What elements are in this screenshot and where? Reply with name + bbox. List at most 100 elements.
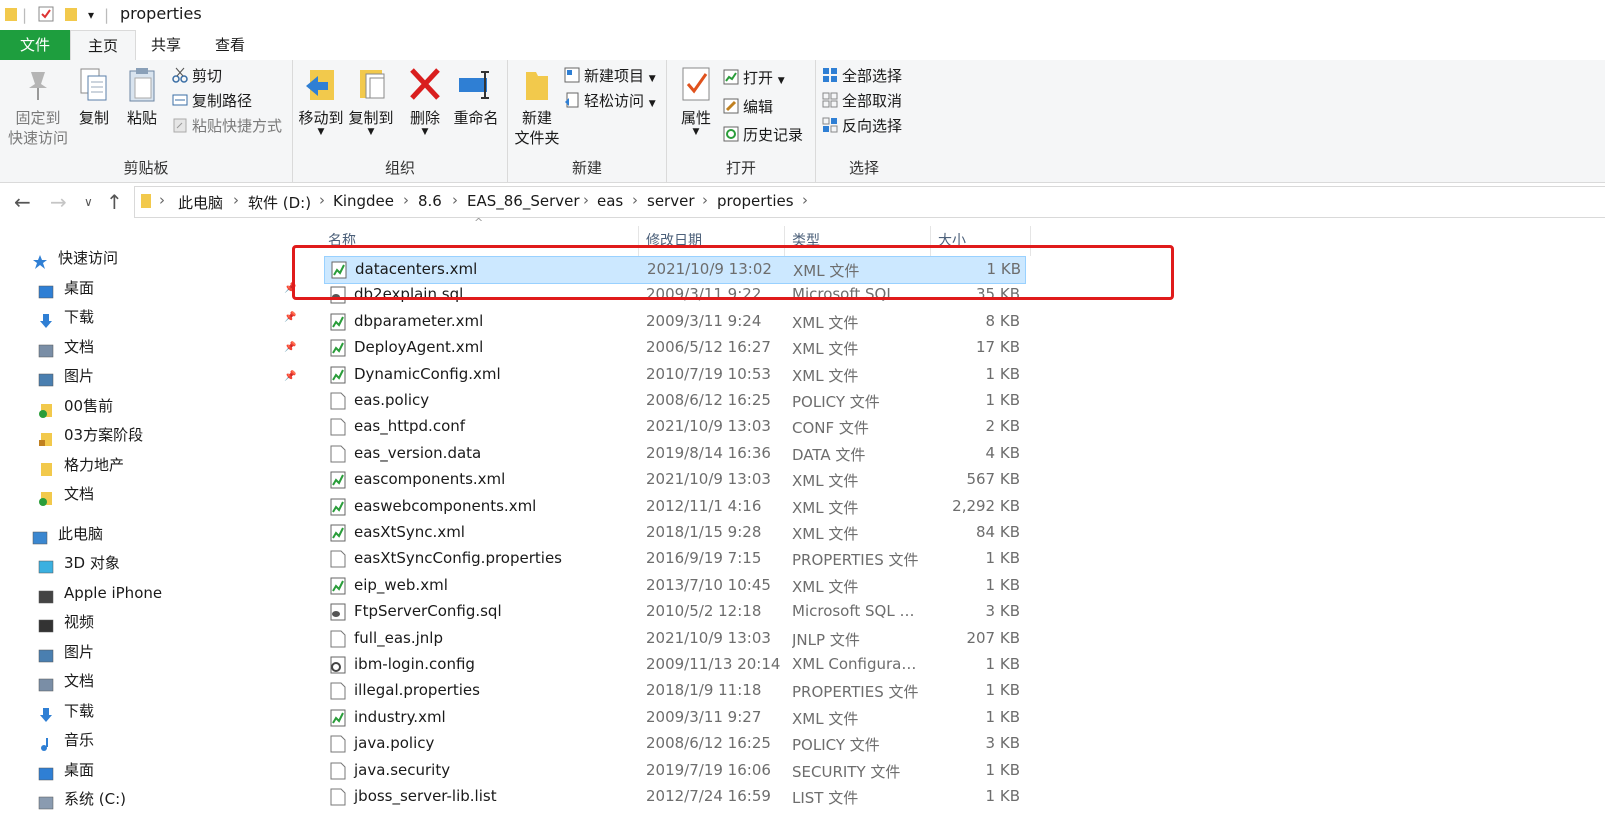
file-size: 4 KB	[985, 443, 1020, 462]
breadcrumb-eas[interactable]: eas	[597, 192, 623, 210]
sql-file-icon	[330, 603, 346, 621]
easy-access-button[interactable]: 轻松访问 ▼	[564, 89, 656, 113]
file-row[interactable]: easwebcomponents.xml 2012/11/1 4:16 XML 文件…	[324, 494, 1024, 520]
file-row[interactable]: full_eas.jnlp 2021/10/9 13:03 JNLP 文件 207 K…	[324, 626, 1024, 652]
file-type: XML 文件	[792, 340, 859, 359]
copy-path-icon	[172, 91, 188, 107]
breadcrumb-eas-server[interactable]: EAS_86_Server	[467, 192, 580, 210]
address-path[interactable]: › 此电脑 › 软件 (D:) › Kingdee › 8.6 › EAS_86…	[134, 186, 1605, 218]
nav-item[interactable]: 03方案阶段	[0, 421, 300, 450]
file-type: PROPERTIES 文件	[792, 551, 919, 570]
customize-toolbar-icon[interactable]: ▾	[88, 8, 94, 22]
file-list: 名称 ^ 修改日期 类型 大小 datacenters.xml 2021/10/9…	[318, 216, 1605, 840]
divider: |	[104, 6, 110, 24]
file-date: 2018/1/9 11:18	[646, 681, 762, 700]
move-to-button[interactable]: 移动到 ▼	[297, 66, 345, 137]
file-row[interactable]: eascomponents.xml 2021/10/9 13:03 XML 文件 56…	[324, 467, 1024, 493]
nav-item[interactable]: 文档	[0, 667, 300, 696]
cut-button[interactable]: 剪切	[172, 64, 222, 88]
nav-item[interactable]: 音乐	[0, 726, 300, 755]
back-arrow-icon[interactable]: ←	[14, 190, 31, 214]
nav-item[interactable]: 3D 对象	[0, 549, 300, 578]
paste-button[interactable]: 粘贴	[122, 66, 162, 128]
desktop-icon	[38, 281, 54, 298]
new-folder-button[interactable]: 新建 文件夹	[512, 66, 562, 148]
copy-path-button[interactable]: 复制路径	[172, 89, 252, 113]
nav-item[interactable]: 桌面	[0, 756, 300, 785]
pin-quick-access-button[interactable]: 固定到 快速访问	[6, 66, 70, 148]
invert-selection-button[interactable]: 反向选择	[822, 114, 902, 138]
download-icon	[38, 704, 54, 722]
nav-item[interactable]: 图片 📌	[0, 362, 300, 391]
file-row[interactable]: DynamicConfig.xml 2010/7/19 10:53 XML 文件 1 …	[324, 362, 1024, 388]
file-row[interactable]: eas_version.data 2019/8/14 16:36 DATA 文件 4 …	[324, 441, 1024, 467]
nav-item[interactable]: Apple iPhone	[0, 579, 300, 608]
file-type: CONF 文件	[792, 419, 869, 438]
up-arrow-icon[interactable]: ↑	[106, 190, 123, 214]
breadcrumb-this-pc[interactable]: 此电脑	[178, 192, 223, 213]
paste-shortcut-button[interactable]: 粘贴快捷方式	[172, 114, 282, 138]
nav-item[interactable]: 视频	[0, 608, 300, 637]
file-row[interactable]: FtpServerConfig.sql 2010/5/2 12:18 Microso…	[324, 599, 1024, 625]
xml-file-icon	[330, 577, 346, 595]
tab-share[interactable]: 共享	[136, 30, 196, 60]
breadcrumb-kingdee[interactable]: Kingdee	[333, 192, 394, 210]
nav-item[interactable]: 格力地产	[0, 451, 300, 480]
nav-item[interactable]: 文档 📌	[0, 333, 300, 362]
forward-arrow-icon[interactable]: →	[50, 190, 67, 214]
file-row[interactable]: DeployAgent.xml 2006/5/12 16:27 XML 文件 17 K…	[324, 335, 1024, 361]
file-row[interactable]: java.policy 2008/6/12 16:25 POLICY 文件 3 KB	[324, 731, 1024, 757]
tab-home[interactable]: 主页	[70, 30, 136, 61]
nav-item[interactable]: 桌面 📌	[0, 274, 300, 303]
history-button[interactable]: 历史记录	[723, 123, 803, 147]
breadcrumb-version[interactable]: 8.6	[418, 192, 442, 210]
nav-item[interactable]: 下载 📌	[0, 303, 300, 332]
file-row[interactable]: eas.policy 2008/6/12 16:25 POLICY 文件 1 KB	[324, 388, 1024, 414]
nav-item[interactable]: 下载	[0, 697, 300, 726]
tab-file[interactable]: 文件	[0, 30, 70, 60]
file-row[interactable]: jboss_server-lib.list 2012/7/24 16:59 LIST…	[324, 784, 1024, 810]
recent-locations-icon[interactable]: ∨	[84, 195, 93, 209]
select-all-button[interactable]: 全部选择	[822, 64, 902, 88]
properties-quick-icon[interactable]	[38, 6, 54, 26]
nav-item[interactable]: 此电脑	[0, 520, 300, 549]
drive-icon	[38, 792, 54, 810]
file-row[interactable]: eas_httpd.conf 2021/10/9 13:03 CONF 文件 2 KB	[324, 414, 1024, 440]
file-row[interactable]: easXtSync.xml 2018/1/15 9:28 XML 文件 84 KB	[324, 520, 1024, 546]
breadcrumb-drive-d[interactable]: 软件 (D:)	[248, 192, 311, 213]
breadcrumb-server[interactable]: server	[647, 192, 694, 210]
tab-view[interactable]: 查看	[198, 30, 262, 60]
navigation-pane: 快速访问 桌面 📌 下载 📌 文档 📌 图片 📌 00售前 03方案阶段 格力地产 文档 此电脑 3D 对象…	[0, 230, 305, 840]
file-size: 1 KB	[985, 364, 1020, 383]
properties-button[interactable]: 属性 ▼	[673, 66, 719, 137]
file-row[interactable]: easXtSyncConfig.properties 2016/9/19 7:15…	[324, 546, 1024, 572]
nav-item[interactable]: 图片	[0, 638, 300, 667]
edit-label: 编辑	[743, 98, 774, 116]
rename-button[interactable]: 重命名	[451, 66, 501, 128]
new-item-button[interactable]: 新建项目 ▼	[564, 64, 656, 88]
open-button[interactable]: 打开 ▼	[723, 66, 785, 90]
edit-button[interactable]: 编辑	[723, 95, 773, 119]
nav-item-label: 图片	[64, 367, 95, 385]
breadcrumb-properties[interactable]: properties	[717, 192, 794, 210]
xml-file-icon	[330, 471, 346, 489]
file-row[interactable]: illegal.properties 2018/1/9 11:18 PROPERTI…	[324, 678, 1024, 704]
copy-button[interactable]: 复制	[74, 66, 114, 128]
file-row[interactable]: eip_web.xml 2013/7/10 10:45 XML 文件 1 KB	[324, 573, 1024, 599]
new-folder-quick-icon[interactable]	[64, 6, 78, 26]
file-row[interactable]: ibm-login.config 2009/11/13 20:14 XML Conf…	[324, 652, 1024, 678]
file-row[interactable]: java.security 2019/7/19 16:06 SECURITY 文件 1…	[324, 758, 1024, 784]
nav-item[interactable]: 文档	[0, 480, 300, 509]
nav-item[interactable]: 系统 (C:)	[0, 785, 300, 814]
nav-item[interactable]: 快速访问	[0, 244, 300, 273]
select-none-button[interactable]: 全部取消	[822, 89, 902, 113]
copy-to-button[interactable]: 复制到 ▼	[347, 66, 395, 137]
nav-item[interactable]: 00售前	[0, 392, 300, 421]
file-row[interactable]: industry.xml 2009/3/11 9:27 XML 文件 1 KB	[324, 705, 1024, 731]
invert-selection-icon	[822, 116, 838, 133]
file-row[interactable]: dbparameter.xml 2009/3/11 9:24 XML 文件 8 KB	[324, 309, 1024, 335]
file-date: 2009/3/11 9:27	[646, 707, 762, 726]
nav-item-label: 格力地产	[64, 455, 125, 474]
video-icon	[38, 615, 54, 633]
delete-button[interactable]: 删除 ▼	[405, 66, 445, 137]
